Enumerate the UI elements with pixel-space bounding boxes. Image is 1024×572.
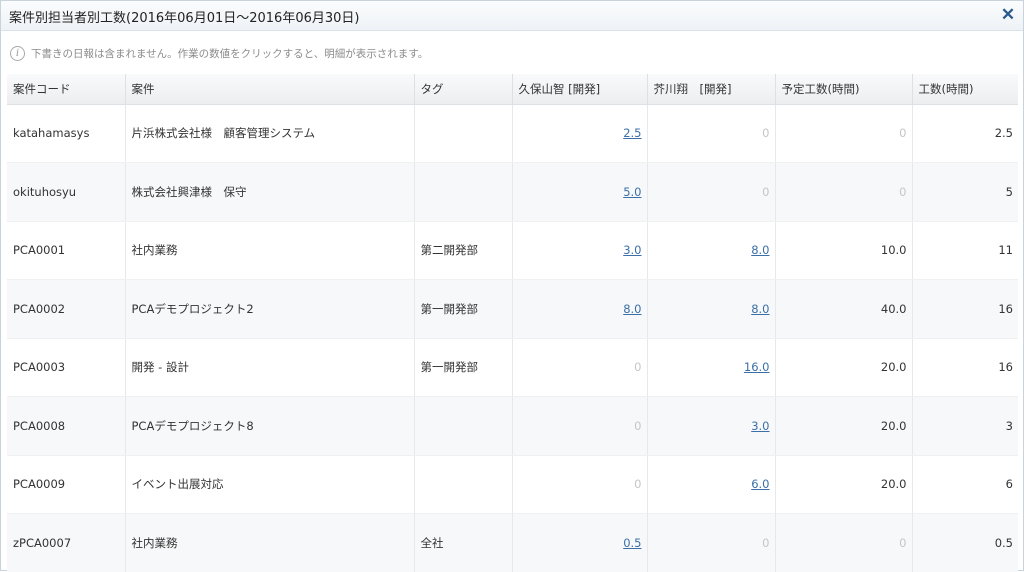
column-header-code[interactable]: 案件コード [7,74,125,104]
cell-total-hours: 16 [912,338,1018,397]
table-row: PCA0001社内業務第二開発部 3.0 8.0 10.011 [7,221,1018,280]
cell-kuboyama-hours-link[interactable]: 0.5 [623,536,641,550]
cell-kuboyama-hours: 8.0 [512,280,647,339]
cell-akutagawa-hours: 8.0 [647,221,775,280]
cell-project-code: PCA0008 [7,397,125,456]
cell-akutagawa-hours: 3.0 [647,397,775,456]
cell-project-code: okituhosyu [7,163,125,222]
cell-planned-hours: 0 [775,514,912,572]
table-body: katahamasys片浜株式会社様 顧客管理システム2.5002.5okitu… [7,104,1018,572]
cell-project-name: PCAデモプロジェクト8 [125,397,414,456]
table-header-row: 案件コード 案件 タグ 久保山智 [開発] 芥川翔 [開発] 予定工数(時間) … [7,74,1018,104]
cell-akutagawa-hours-link[interactable]: 16.0 [744,360,770,374]
cell-tag: 第一開発部 [414,280,512,339]
cell-project-name: 社内業務 [125,514,414,572]
cell-planned-hours: 20.0 [775,397,912,456]
cell-planned-hours: 40.0 [775,280,912,339]
cell-project-code: zPCA0007 [7,514,125,572]
cell-planned-hours: 20.0 [775,455,912,514]
cell-project-code: PCA0001 [7,221,125,280]
close-icon[interactable]: ✕ [999,6,1017,24]
cell-project-name: PCAデモプロジェクト2 [125,280,414,339]
cell-akutagawa-hours: 0 [647,163,775,222]
column-header-planned-hours[interactable]: 予定工数(時間) [775,74,912,104]
cell-total-hours: 2.5 [912,104,1018,163]
cell-akutagawa-hours-link[interactable]: 6.0 [751,477,769,491]
cell-project-name: 株式会社興津様 保守 [125,163,414,222]
cell-akutagawa-hours: 0 [647,104,775,163]
cell-akutagawa-hours-link[interactable]: 8.0 [751,243,769,257]
table-row: PCA0009イベント出展対応 0 6.0 20.06 [7,455,1018,514]
cell-akutagawa-hours: 8.0 [647,280,775,339]
cell-planned-hours: 10.0 [775,221,912,280]
cell-planned-hours: 20.0 [775,338,912,397]
cell-akutagawa-hours-link[interactable]: 3.0 [751,419,769,433]
cell-project-name: 片浜株式会社様 顧客管理システム [125,104,414,163]
column-header-project[interactable]: 案件 [125,74,414,104]
cell-akutagawa-hours: 6.0 [647,455,775,514]
info-text: 下書きの日報は含まれません。作業の数値をクリックすると、明細が表示されます。 [31,46,428,61]
table-row: PCA0002PCAデモプロジェクト2第一開発部 8.0 8.0 40.016 [7,280,1018,339]
cell-akutagawa-hours: 16.0 [647,338,775,397]
cell-total-hours: 3 [912,397,1018,456]
report-dialog: 案件別担当者別工数(2016年06月01日～2016年06月30日) ✕ i 下… [0,0,1024,571]
cell-total-hours: 6 [912,455,1018,514]
cell-kuboyama-hours: 0 [512,397,647,456]
cell-planned-hours: 0 [775,104,912,163]
cell-akutagawa-hours: 0 [647,514,775,572]
cell-tag [414,163,512,222]
info-note: i 下書きの日報は含まれません。作業の数値をクリックすると、明細が表示されます。 [10,44,428,62]
cell-kuboyama-hours-link[interactable]: 3.0 [623,243,641,257]
cell-project-code: PCA0002 [7,280,125,339]
cell-total-hours: 11 [912,221,1018,280]
cell-total-hours: 5 [912,163,1018,222]
cell-tag: 第一開発部 [414,338,512,397]
cell-kuboyama-hours: 3.0 [512,221,647,280]
cell-project-name: イベント出展対応 [125,455,414,514]
cell-kuboyama-hours-link[interactable]: 8.0 [623,302,641,316]
cell-project-code: PCA0003 [7,338,125,397]
cell-tag [414,104,512,163]
cell-tag [414,397,512,456]
cell-kuboyama-hours-link[interactable]: 2.5 [623,126,641,140]
cell-kuboyama-hours: 2.5 [512,104,647,163]
cell-total-hours: 16 [912,280,1018,339]
cell-tag [414,455,512,514]
info-icon: i [10,46,25,61]
cell-kuboyama-hours-link[interactable]: 5.0 [623,185,641,199]
column-header-tag[interactable]: タグ [414,74,512,104]
cell-kuboyama-hours: 0 [512,338,647,397]
effort-table-container: 案件コード 案件 タグ 久保山智 [開発] 芥川翔 [開発] 予定工数(時間) … [7,74,1018,572]
cell-akutagawa-hours-link[interactable]: 8.0 [751,302,769,316]
cell-project-name: 社内業務 [125,221,414,280]
column-header-akutagawa[interactable]: 芥川翔 [開発] [647,74,775,104]
table-row: katahamasys片浜株式会社様 顧客管理システム2.5002.5 [7,104,1018,163]
title-bar: 案件別担当者別工数(2016年06月01日～2016年06月30日) ✕ [1,1,1023,31]
table-row: zPCA0007社内業務全社0.5000.5 [7,514,1018,572]
table-row: okituhosyu株式会社興津様 保守5.0005 [7,163,1018,222]
cell-kuboyama-hours: 0.5 [512,514,647,572]
cell-total-hours: 0.5 [912,514,1018,572]
cell-tag: 第二開発部 [414,221,512,280]
effort-table: 案件コード 案件 タグ 久保山智 [開発] 芥川翔 [開発] 予定工数(時間) … [7,74,1018,572]
cell-planned-hours: 0 [775,163,912,222]
table-row: PCA0008PCAデモプロジェクト8 0 3.0 20.03 [7,397,1018,456]
cell-kuboyama-hours: 5.0 [512,163,647,222]
cell-project-name: 開発 - 設計 [125,338,414,397]
table-row: PCA0003開発 - 設計第一開発部0 16.0 20.016 [7,338,1018,397]
cell-tag: 全社 [414,514,512,572]
cell-project-code: katahamasys [7,104,125,163]
dialog-title: 案件別担当者別工数(2016年06月01日～2016年06月30日) [9,7,359,26]
cell-project-code: PCA0009 [7,455,125,514]
column-header-total-hours[interactable]: 工数(時間) [912,74,1018,104]
column-header-kuboyama[interactable]: 久保山智 [開発] [512,74,647,104]
cell-kuboyama-hours: 0 [512,455,647,514]
